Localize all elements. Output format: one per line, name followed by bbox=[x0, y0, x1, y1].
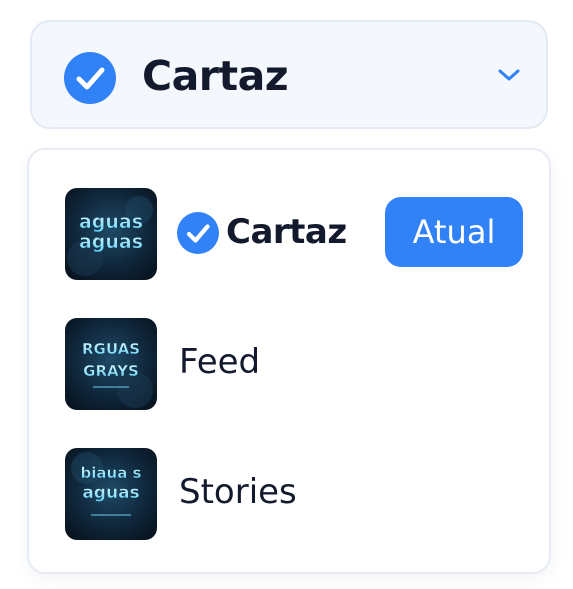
option-feed[interactable]: RGUAS GRAYS Feed bbox=[29, 308, 549, 428]
thumbnail-text-line-2: aguas bbox=[79, 231, 143, 253]
format-select-trigger[interactable]: Cartaz bbox=[30, 20, 548, 129]
option-label: Stories bbox=[179, 472, 297, 512]
selected-format-label: Cartaz bbox=[142, 52, 289, 100]
feed-thumbnail-icon: RGUAS GRAYS bbox=[65, 318, 157, 410]
thumbnail-text-line-1: biaua s bbox=[81, 464, 142, 482]
thumbnail-text-line-1: RGUAS bbox=[82, 340, 140, 358]
option-stories[interactable]: biaua s aguas Stories bbox=[29, 438, 549, 558]
format-dropdown-menu: aguas aguas Cartaz Atual RGUAS GRAYS Fee… bbox=[27, 148, 551, 574]
option-label: Feed bbox=[179, 342, 261, 382]
check-circle-icon bbox=[64, 52, 116, 104]
poster-thumbnail-icon: aguas aguas bbox=[65, 188, 157, 280]
chevron-down-icon[interactable] bbox=[497, 67, 521, 83]
stories-thumbnail-icon: biaua s aguas bbox=[65, 448, 157, 540]
check-circle-icon bbox=[177, 212, 219, 254]
thumbnail-text-line-2: aguas bbox=[82, 483, 139, 503]
option-label: Cartaz bbox=[226, 212, 347, 252]
thumbnail-text-line-1: aguas bbox=[79, 211, 143, 233]
option-cartaz[interactable]: aguas aguas Cartaz Atual bbox=[29, 178, 549, 298]
current-badge: Atual bbox=[385, 197, 523, 267]
thumbnail-text-line-2: GRAYS bbox=[83, 362, 139, 380]
